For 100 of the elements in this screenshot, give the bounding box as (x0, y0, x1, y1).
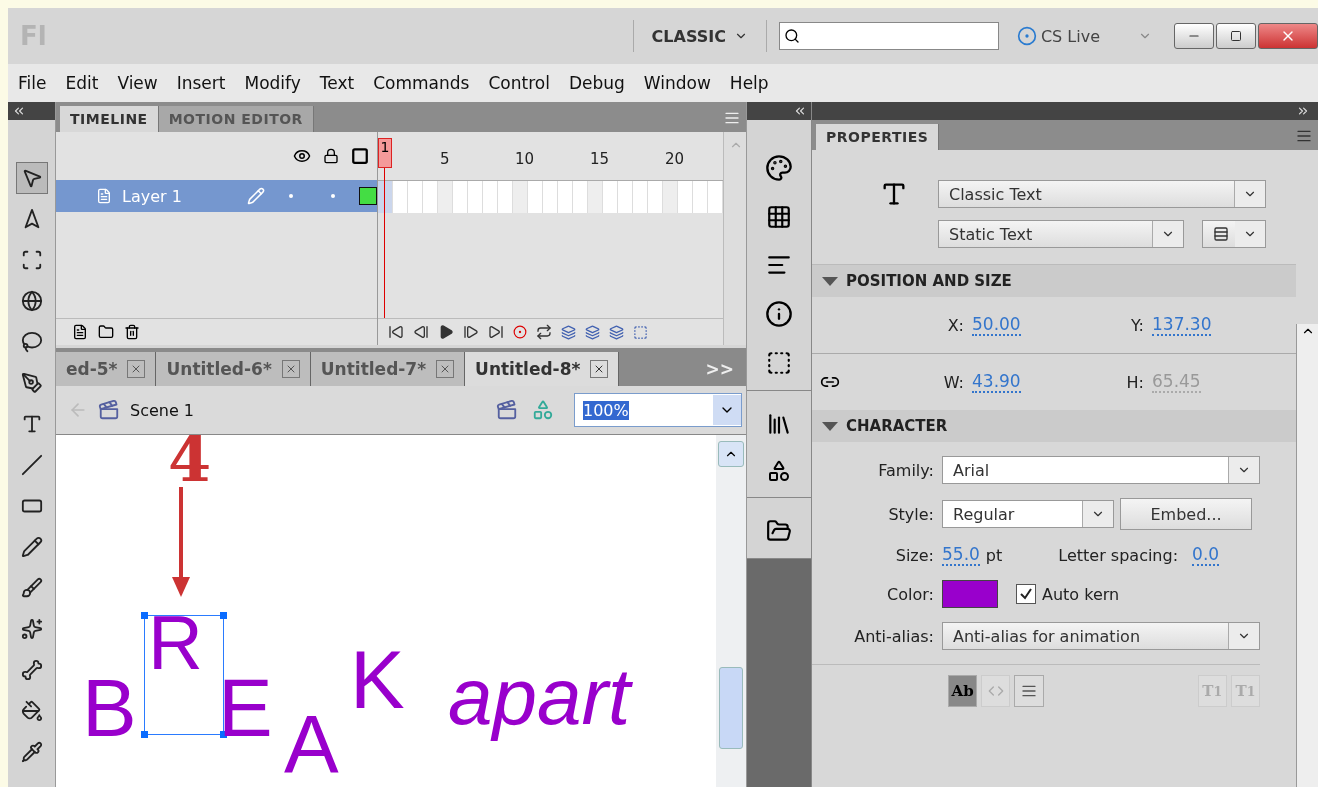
search-field[interactable] (778, 22, 999, 50)
field-label: Letter spacing: (1058, 545, 1180, 565)
menu-item[interactable]: Insert (170, 73, 239, 93)
border-toggle[interactable] (1014, 675, 1044, 707)
outline-color-swatch (359, 187, 377, 205)
menu-item[interactable]: Modify (238, 73, 314, 93)
edit-frames-icon[interactable] (609, 324, 624, 340)
swatches-icon[interactable] (766, 204, 792, 230)
annotation-number: 4 (168, 435, 212, 491)
font-family-dropdown[interactable]: Arial (942, 456, 1260, 484)
close-button[interactable] (127, 360, 146, 378)
scrollbar[interactable] (716, 435, 746, 787)
lock-dot (331, 194, 335, 198)
previous-frame-icon[interactable] (413, 324, 429, 340)
font-style-dropdown[interactable]: Regular (942, 500, 1114, 528)
panel-tab[interactable]: TIMELINE (60, 106, 159, 132)
close-button[interactable] (590, 360, 609, 378)
layer-name: Layer 1 (122, 186, 183, 206)
menu-item[interactable]: Window (637, 73, 724, 93)
close-button[interactable] (281, 360, 300, 378)
lines-icon (1021, 683, 1037, 699)
minimize-button[interactable] (1174, 23, 1214, 49)
menu-item[interactable]: File (12, 73, 60, 93)
transform-icon[interactable] (766, 350, 792, 376)
collapse-icon[interactable] (793, 104, 807, 118)
document-tab[interactable]: Untitled-7* (310, 352, 466, 386)
size-unit: pt (985, 545, 1003, 565)
panel-tab[interactable]: PROPERTIES (816, 124, 940, 150)
menu-item[interactable]: Control (482, 73, 563, 93)
anti-alias-dropdown[interactable]: Anti-alias for animation (942, 622, 1260, 650)
menu-item[interactable]: Debug (562, 73, 638, 93)
new-folder-icon[interactable] (98, 324, 114, 340)
menu-item[interactable]: Commands (367, 73, 483, 93)
selectable-toggle[interactable]: Ab (948, 675, 978, 707)
close-button[interactable] (436, 360, 455, 378)
cs-live-button[interactable]: CS Live (1010, 25, 1106, 47)
selection-tool-icon[interactable] (15, 162, 48, 194)
delete-icon[interactable] (124, 324, 140, 340)
first-frame-icon[interactable] (388, 324, 404, 340)
scrollbar[interactable] (1296, 324, 1318, 787)
embed-button[interactable]: Embed... (1120, 498, 1252, 530)
menu-item[interactable]: Text (313, 73, 368, 93)
play-icon[interactable] (438, 324, 454, 340)
text-engine-dropdown[interactable]: Classic Text (938, 180, 1266, 208)
text-type-dropdown[interactable]: Static Text (938, 220, 1184, 248)
color-panel-icon[interactable] (765, 154, 793, 182)
onion-markers-icon[interactable] (633, 324, 648, 340)
field-label: Color: (886, 584, 935, 604)
onion-skin-icon[interactable] (561, 324, 576, 340)
panel-menu-icon[interactable] (1296, 128, 1312, 144)
selection-box[interactable] (144, 615, 224, 735)
scroll-thumb[interactable] (719, 667, 743, 749)
expand-icon[interactable] (1296, 104, 1310, 118)
field-label: Style: (887, 504, 935, 524)
field-label: X: (946, 315, 965, 335)
stage-letter: A (284, 703, 339, 785)
panel-collapse-bar[interactable] (8, 102, 55, 120)
panel-menu-icon[interactable] (724, 110, 740, 126)
next-frame-icon[interactable] (463, 324, 479, 340)
new-layer-icon[interactable] (72, 324, 88, 340)
eye-icon[interactable] (293, 147, 311, 165)
info-icon[interactable] (765, 300, 793, 328)
color-swatch[interactable] (942, 580, 998, 608)
frame-number: 20 (665, 150, 685, 168)
last-frame-icon[interactable] (488, 324, 504, 340)
document-tab[interactable]: Untitled-6* (156, 352, 311, 386)
section-header[interactable]: POSITION AND SIZE (812, 265, 1296, 297)
dropdown-button[interactable] (713, 395, 741, 425)
document-tab[interactable]: ed-5* (56, 352, 157, 386)
motion-presets-icon[interactable] (767, 459, 791, 483)
lock-icon[interactable] (323, 148, 339, 164)
outline-icon[interactable] (351, 147, 369, 165)
library-icon[interactable] (766, 411, 792, 437)
line-spacing-icon (1213, 226, 1229, 242)
workspace-switcher[interactable]: CLASSIC (645, 25, 754, 47)
auto-kern-checkbox[interactable] (1016, 584, 1036, 604)
edit-scene-icon[interactable] (496, 399, 518, 421)
frame-number: 10 (515, 150, 535, 168)
center-frame-icon[interactable] (513, 325, 527, 339)
field-label: Y: (1129, 315, 1145, 335)
onion-outline-icon[interactable] (585, 324, 600, 340)
playhead[interactable]: 1 (378, 138, 392, 168)
loop-icon[interactable] (536, 324, 552, 340)
orientation-dropdown[interactable] (1202, 220, 1266, 248)
scroll-up-button[interactable] (718, 441, 744, 467)
stage-letter: K (350, 639, 405, 721)
menu-item[interactable]: View (111, 73, 171, 93)
menu-item[interactable]: Edit (59, 73, 112, 93)
section-header[interactable]: CHARACTER (812, 410, 1296, 442)
document-tab[interactable]: Untitled-8* (465, 352, 620, 386)
project-icon[interactable] (766, 518, 792, 544)
restore-button[interactable] (1216, 23, 1256, 49)
collapse-icon[interactable] (12, 104, 26, 118)
panel-collapse-bar[interactable] (747, 102, 811, 120)
field-label: Size: (894, 545, 935, 565)
menu-item[interactable]: Help (723, 73, 782, 93)
scrollbar[interactable] (723, 132, 746, 345)
zoom-field[interactable]: 100% (574, 393, 742, 427)
field-label: Anti-alias: (853, 626, 935, 646)
scene-name: Scene 1 (130, 400, 195, 420)
